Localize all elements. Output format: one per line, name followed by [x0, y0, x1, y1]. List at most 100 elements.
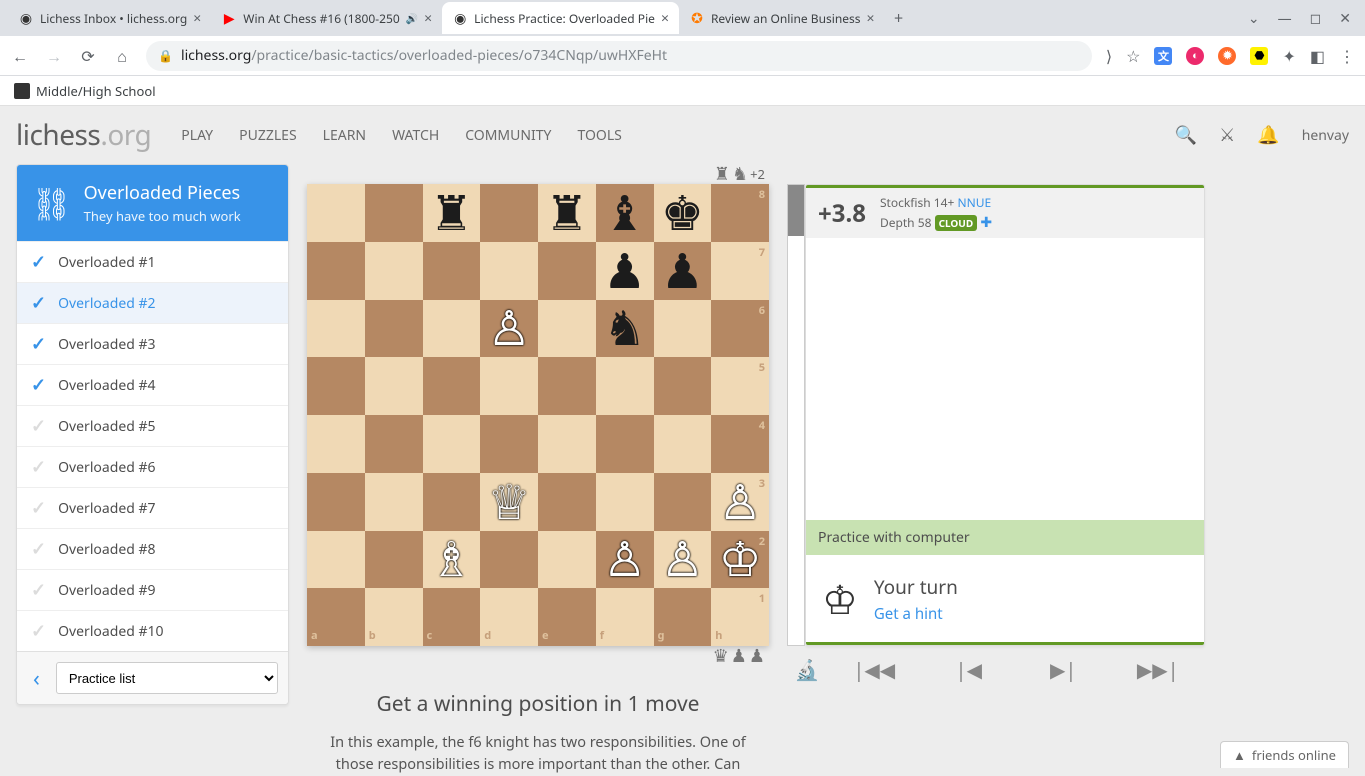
square-c4[interactable]: [423, 415, 481, 473]
nav-item[interactable]: WATCH: [392, 126, 439, 145]
square-f6[interactable]: ♞: [596, 300, 654, 358]
chapter-item[interactable]: ✓Overloaded #3: [17, 323, 288, 364]
square-g7[interactable]: ♟: [654, 242, 712, 300]
square-b7[interactable]: [365, 242, 423, 300]
square-c8[interactable]: ♜: [423, 184, 481, 242]
white-pawn[interactable]: ♙: [711, 473, 769, 531]
square-d5[interactable]: [480, 357, 538, 415]
white-pawn[interactable]: ♙: [480, 300, 538, 358]
audio-icon[interactable]: 🔊: [406, 11, 418, 25]
square-a4[interactable]: [307, 415, 365, 473]
square-f3[interactable]: [596, 473, 654, 531]
square-b1[interactable]: b: [365, 588, 423, 646]
square-g8[interactable]: ♚: [654, 184, 712, 242]
chapter-item[interactable]: ✓Overloaded #8: [17, 528, 288, 569]
square-e7[interactable]: [538, 242, 596, 300]
white-pawn[interactable]: ♙: [596, 531, 654, 589]
square-a8[interactable]: [307, 184, 365, 242]
search-icon[interactable]: 🔍: [1175, 123, 1197, 147]
nav-item[interactable]: PUZZLES: [239, 126, 297, 145]
square-e8[interactable]: ♜: [538, 184, 596, 242]
practice-list-select[interactable]: Practice list: [56, 662, 278, 694]
address-bar[interactable]: 🔒 lichess.org/practice/basic-tactics/ove…: [146, 41, 1092, 71]
square-f5[interactable]: [596, 357, 654, 415]
friends-toggle[interactable]: ▲ friends online: [1220, 741, 1349, 768]
square-h6[interactable]: 6: [711, 300, 769, 358]
nav-item[interactable]: LEARN: [323, 126, 366, 145]
square-b3[interactable]: [365, 473, 423, 531]
share-icon[interactable]: ⟩: [1106, 45, 1112, 67]
tab-close-icon[interactable]: ×: [193, 9, 201, 28]
square-d4[interactable]: [480, 415, 538, 473]
square-d1[interactable]: d: [480, 588, 538, 646]
square-b4[interactable]: [365, 415, 423, 473]
site-logo[interactable]: lichess.org: [16, 116, 151, 154]
window-dropdown-icon[interactable]: ⌄: [1248, 9, 1260, 28]
black-rook[interactable]: ♜: [538, 184, 596, 242]
white-queen[interactable]: ♕: [480, 473, 538, 531]
square-a7[interactable]: [307, 242, 365, 300]
square-c5[interactable]: [423, 357, 481, 415]
extension-pink-icon[interactable]: ◐: [1186, 47, 1204, 65]
tab-close-icon[interactable]: ×: [424, 9, 432, 28]
engine-settings-icon[interactable]: ✚: [980, 213, 992, 232]
prev-move-icon[interactable]: |◀: [922, 656, 1017, 683]
square-f1[interactable]: f: [596, 588, 654, 646]
first-move-icon[interactable]: |◀◀: [827, 656, 922, 683]
forward-button[interactable]: →: [44, 45, 64, 67]
browser-tab[interactable]: ▶Win At Chess #16 (1800-250🔊×: [211, 2, 442, 34]
window-minimize-icon[interactable]: —: [1278, 9, 1292, 28]
chapter-item[interactable]: ✓Overloaded #6: [17, 446, 288, 487]
window-close-icon[interactable]: ✕: [1339, 9, 1351, 28]
black-rook[interactable]: ♜: [423, 184, 481, 242]
extension-yellow-icon[interactable]: ⬣: [1250, 47, 1268, 65]
nav-item[interactable]: TOOLS: [577, 126, 621, 145]
square-h4[interactable]: 4: [711, 415, 769, 473]
square-a6[interactable]: [307, 300, 365, 358]
square-e5[interactable]: [538, 357, 596, 415]
square-b6[interactable]: [365, 300, 423, 358]
bookmark-item[interactable]: Middle/High School: [36, 82, 156, 100]
square-b2[interactable]: [365, 531, 423, 589]
square-h3[interactable]: 3♙: [711, 473, 769, 531]
move-list[interactable]: [806, 238, 1204, 520]
browser-tab[interactable]: ✪Review an Online Business×: [679, 2, 885, 34]
notifications-icon[interactable]: 🔔: [1257, 123, 1279, 147]
challenge-icon[interactable]: ⚔: [1219, 123, 1235, 147]
square-g6[interactable]: [654, 300, 712, 358]
square-g3[interactable]: [654, 473, 712, 531]
new-tab-button[interactable]: +: [885, 7, 913, 29]
next-move-icon[interactable]: ▶|: [1016, 656, 1111, 683]
chapter-item[interactable]: ✓Overloaded #10: [17, 610, 288, 651]
square-f4[interactable]: [596, 415, 654, 473]
analysis-toggle-icon[interactable]: 🔬: [787, 656, 827, 683]
square-e4[interactable]: [538, 415, 596, 473]
get-hint-link[interactable]: Get a hint: [874, 604, 958, 624]
extension-translate-icon[interactable]: 文: [1154, 47, 1172, 65]
chess-board[interactable]: ♜♜♝♚8♟♟7♙♞654♕3♙♗♙♙2♔abcdefg1h: [307, 184, 769, 646]
square-a1[interactable]: a: [307, 588, 365, 646]
square-d7[interactable]: [480, 242, 538, 300]
tab-close-icon[interactable]: ×: [661, 9, 669, 28]
back-chevron-icon[interactable]: ‹: [27, 663, 46, 693]
square-d6[interactable]: ♙: [480, 300, 538, 358]
square-d2[interactable]: [480, 531, 538, 589]
square-a5[interactable]: [307, 357, 365, 415]
chapter-item[interactable]: ✓Overloaded #5: [17, 405, 288, 446]
square-a3[interactable]: [307, 473, 365, 531]
square-f8[interactable]: ♝: [596, 184, 654, 242]
bookmark-star-icon[interactable]: ☆: [1126, 45, 1140, 67]
square-h2[interactable]: 2♔: [711, 531, 769, 589]
black-bishop[interactable]: ♝: [596, 184, 654, 242]
square-e6[interactable]: [538, 300, 596, 358]
extensions-icon[interactable]: ✦: [1282, 45, 1295, 67]
square-h5[interactable]: 5: [711, 357, 769, 415]
square-c1[interactable]: c: [423, 588, 481, 646]
reload-button[interactable]: ⟳: [78, 45, 98, 67]
square-g1[interactable]: g: [654, 588, 712, 646]
square-b8[interactable]: [365, 184, 423, 242]
square-c6[interactable]: [423, 300, 481, 358]
square-h8[interactable]: 8: [711, 184, 769, 242]
last-move-icon[interactable]: ▶▶|: [1111, 656, 1206, 683]
chapter-item[interactable]: ✓Overloaded #2: [17, 282, 288, 323]
